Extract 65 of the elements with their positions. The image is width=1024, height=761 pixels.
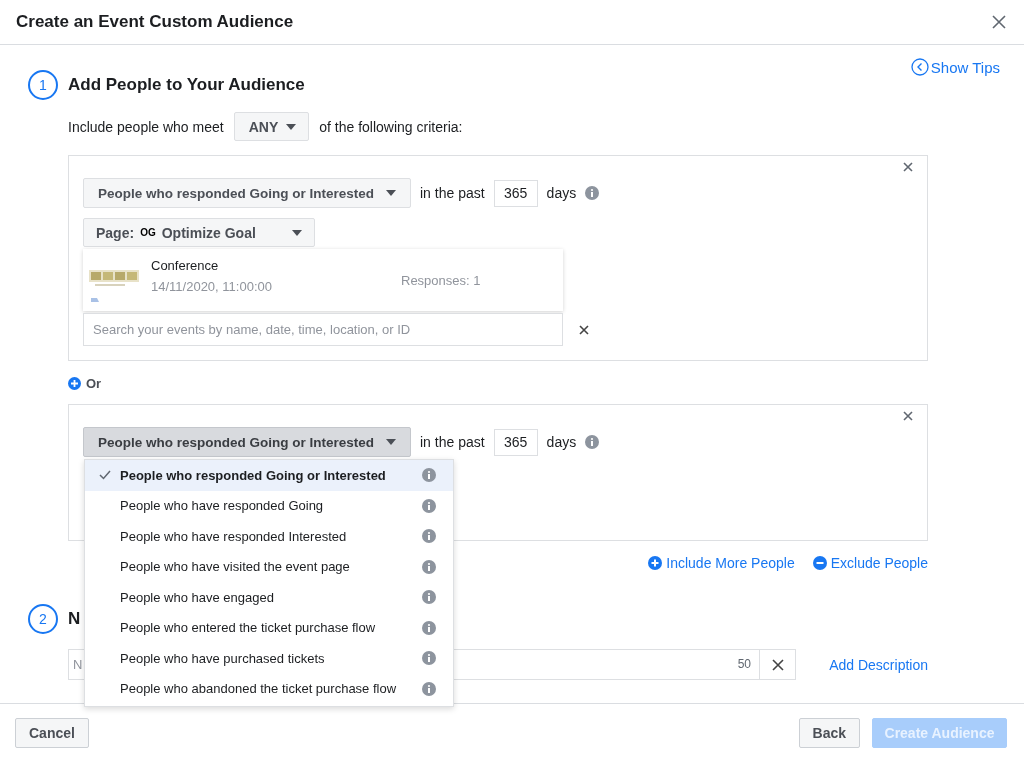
days-field[interactable]: 365	[493, 428, 538, 456]
add-description-link[interactable]: Add Description	[829, 656, 928, 673]
search-field[interactable]: Search your events by name, date, time, location, or ID	[83, 313, 563, 346]
info-icon	[422, 620, 436, 635]
response-count: Responses: 1	[401, 272, 481, 288]
criteria-label: Include people who meet	[68, 118, 224, 135]
event-card[interactable]: Conference 14/11/2020, 11:00:00 Responses: 1	[83, 249, 563, 311]
exclude-people-link[interactable]: Exclude People	[812, 555, 928, 571]
info-icon	[422, 681, 436, 696]
menu-item[interactable]: People who have responded Going	[85, 490, 453, 521]
menu-item[interactable]: People who have purchased tickets	[85, 643, 453, 674]
page-logo: OG	[140, 227, 156, 238]
or-label: Or	[86, 375, 102, 391]
match-dropdown[interactable]: ANY	[233, 112, 310, 141]
info-icon	[422, 529, 436, 544]
step-number: 1	[28, 70, 58, 100]
plus-circle-icon	[648, 556, 663, 570]
menu-item[interactable]: People who responded Going or Interested	[85, 460, 453, 491]
days-label: days	[546, 185, 577, 201]
show-tips-link[interactable]: Show Tips	[910, 58, 1000, 76]
menu-item[interactable]: People who entered the ticket purchase flow	[85, 612, 453, 643]
close-icon	[992, 15, 1006, 29]
in-the-past-label: in the past	[420, 185, 485, 201]
dialog-title: Create an Event Custom Audience	[16, 12, 294, 32]
criteria-label: of the following criteria:	[319, 118, 463, 135]
caret-icon	[292, 229, 302, 236]
menu-item[interactable]: People who have visited the event page	[85, 551, 453, 582]
check-icon	[99, 470, 111, 481]
event-name: Conference	[151, 258, 220, 273]
info-icon	[585, 435, 600, 449]
caret-icon	[286, 123, 297, 130]
section-title: N	[68, 609, 81, 629]
close-icon	[771, 658, 784, 671]
character-count: 50	[737, 657, 751, 671]
clear-button[interactable]	[577, 322, 591, 337]
chevron-circle-icon	[910, 58, 929, 76]
info-icon	[422, 559, 436, 574]
caret-icon	[386, 439, 396, 445]
close-button[interactable]	[990, 13, 1008, 31]
info-icon	[422, 468, 436, 483]
close-icon	[903, 162, 913, 172]
plus-circle-icon	[68, 376, 81, 390]
criterion-dropdown[interactable]: People who responded Going or Interested	[83, 427, 411, 457]
page-dropdown[interactable]: Page: OG Optimize Goal	[83, 218, 315, 247]
include-more-people-link[interactable]: Include More People	[648, 555, 795, 571]
info-icon	[422, 651, 436, 666]
days-field[interactable]: 365	[493, 179, 538, 207]
in-the-past-label: in the past	[420, 434, 485, 450]
close-icon	[579, 324, 589, 335]
caret-icon	[386, 190, 396, 196]
minus-circle-icon	[812, 556, 827, 570]
criterion-dropdown[interactable]: People who responded Going or Interested	[83, 178, 411, 208]
info-icon	[585, 186, 600, 200]
event-date: 14/11/2020, 11:00:00	[151, 279, 273, 294]
close-icon	[903, 411, 913, 421]
menu-item[interactable]: People who abandoned the ticket purchase flow	[85, 673, 453, 704]
menu-item[interactable]: People who have responded Interested	[85, 521, 453, 552]
back-button[interactable]: Back	[798, 717, 860, 748]
info-icon	[422, 498, 436, 513]
step-number: 2	[28, 604, 58, 634]
section-title: Add People to Your Audience	[68, 75, 305, 95]
days-label: days	[546, 434, 577, 450]
info-icon	[422, 590, 436, 605]
cancel-button[interactable]: Cancel	[15, 717, 89, 748]
menu-item[interactable]: People who have engaged	[85, 582, 453, 613]
